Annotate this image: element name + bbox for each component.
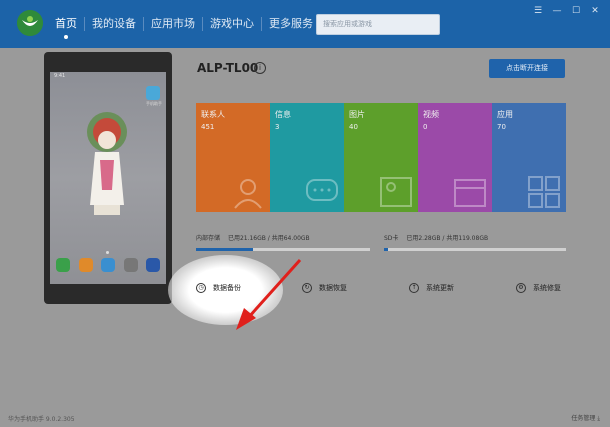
tile-label: 视频 xyxy=(423,110,439,119)
search-box[interactable] xyxy=(316,14,440,35)
tile-label: 图片 xyxy=(349,110,365,119)
tile-pictures[interactable]: 图片 40 xyxy=(344,103,418,212)
main-nav: 首页 我的设备 应用市场 游戏中心 更多服务 xyxy=(48,0,320,48)
action-label: 系统更新 xyxy=(426,284,454,292)
internal-storage-bar xyxy=(196,248,370,251)
camera-icon xyxy=(123,258,138,272)
tile-contacts[interactable]: 联系人 451 xyxy=(196,103,270,212)
browser-icon xyxy=(146,258,160,272)
nav-app-market[interactable]: 应用市场 xyxy=(144,0,202,48)
tile-messages[interactable]: 信息 3 xyxy=(270,103,344,212)
repair-icon: ⚙ xyxy=(516,283,526,293)
menu-icon[interactable]: ☰ xyxy=(533,6,543,16)
tile-apps[interactable]: 应用 70 xyxy=(492,103,566,212)
nav-my-devices[interactable]: 我的设备 xyxy=(85,0,143,48)
info-icon[interactable]: i xyxy=(254,62,266,74)
restore-button[interactable]: ↻ 数据恢复 xyxy=(302,283,347,293)
window-controls: ☰ — ☐ ✕ xyxy=(533,6,600,16)
tile-videos[interactable]: 视频 0 xyxy=(418,103,492,212)
tile-label: 应用 xyxy=(497,110,513,119)
storage-usage: 已用21.16GB / 共用64.00GB xyxy=(227,235,310,242)
close-icon[interactable]: ✕ xyxy=(590,6,600,16)
storage-label: SD卡 xyxy=(384,235,399,242)
phone-preview: 9:41 手机助手 xyxy=(44,52,172,304)
person-icon xyxy=(234,179,262,209)
sd-storage-info: SD卡 已用2.28GB / 共用119.08GB xyxy=(384,233,488,242)
annotation-arrow-icon xyxy=(236,258,302,330)
tile-count: 451 xyxy=(201,123,215,131)
tile-count: 70 xyxy=(497,123,506,131)
messages-icon xyxy=(101,258,115,272)
tile-count: 40 xyxy=(349,123,358,131)
image-icon xyxy=(380,177,412,207)
disconnect-button[interactable]: 点击断开连接 xyxy=(489,59,565,78)
phone-call-icon xyxy=(56,258,70,272)
version-label: 华为手机助手 9.0.2.305 xyxy=(8,416,75,423)
internal-storage-info: 内部存储 已用21.16GB / 共用64.00GB xyxy=(196,233,310,242)
storage-usage: 已用2.28GB / 共用119.08GB xyxy=(406,235,489,242)
nav-home[interactable]: 首页 xyxy=(48,0,84,48)
chat-icon xyxy=(306,179,338,201)
phone-screen: 9:41 手机助手 xyxy=(50,72,166,284)
phone-app-label: 手机助手 xyxy=(146,101,162,106)
download-icon: ⤓ xyxy=(597,415,600,422)
phone-status-bar: 9:41 xyxy=(54,73,66,79)
title-bar: 首页 我的设备 应用市场 游戏中心 更多服务 ☰ — ☐ ✕ xyxy=(0,0,610,48)
apps-icon xyxy=(528,176,560,208)
task-manager-link[interactable]: 任务管理 ⤓ xyxy=(571,413,600,423)
phone-dock xyxy=(54,258,162,280)
device-name: ALP-TL00 xyxy=(197,61,259,75)
phone-app-icon xyxy=(146,86,160,100)
wallpaper-figure-icon xyxy=(87,112,127,215)
task-manager-label: 任务管理 xyxy=(571,415,596,422)
system-update-button[interactable]: ↑ 系统更新 xyxy=(409,283,454,293)
minimize-icon[interactable]: — xyxy=(552,6,562,16)
page-indicator xyxy=(106,251,109,254)
action-label: 系统修复 xyxy=(533,284,561,292)
tile-count: 0 xyxy=(423,123,428,131)
nav-more-services[interactable]: 更多服务 xyxy=(262,0,320,48)
storage-label: 内部存储 xyxy=(196,235,221,242)
nav-game-center[interactable]: 游戏中心 xyxy=(203,0,261,48)
system-repair-button[interactable]: ⚙ 系统修复 xyxy=(516,283,561,293)
backup-icon: ◷ xyxy=(196,283,206,293)
sd-storage-bar xyxy=(384,248,566,251)
search-input[interactable] xyxy=(323,20,433,28)
tile-label: 信息 xyxy=(275,110,291,119)
app-logo-icon xyxy=(17,10,43,36)
internal-storage-fill xyxy=(196,248,254,251)
video-icon xyxy=(454,179,486,207)
maximize-icon[interactable]: ☐ xyxy=(571,6,581,16)
category-tiles: 联系人 451 信息 3 图片 40 视频 0 应用 70 xyxy=(196,103,566,212)
tile-label: 联系人 xyxy=(201,110,225,119)
action-label: 数据恢复 xyxy=(319,284,347,292)
update-icon: ↑ xyxy=(409,283,419,293)
sd-storage-fill xyxy=(384,248,388,251)
tile-count: 3 xyxy=(275,123,280,131)
contacts-icon xyxy=(78,258,93,272)
